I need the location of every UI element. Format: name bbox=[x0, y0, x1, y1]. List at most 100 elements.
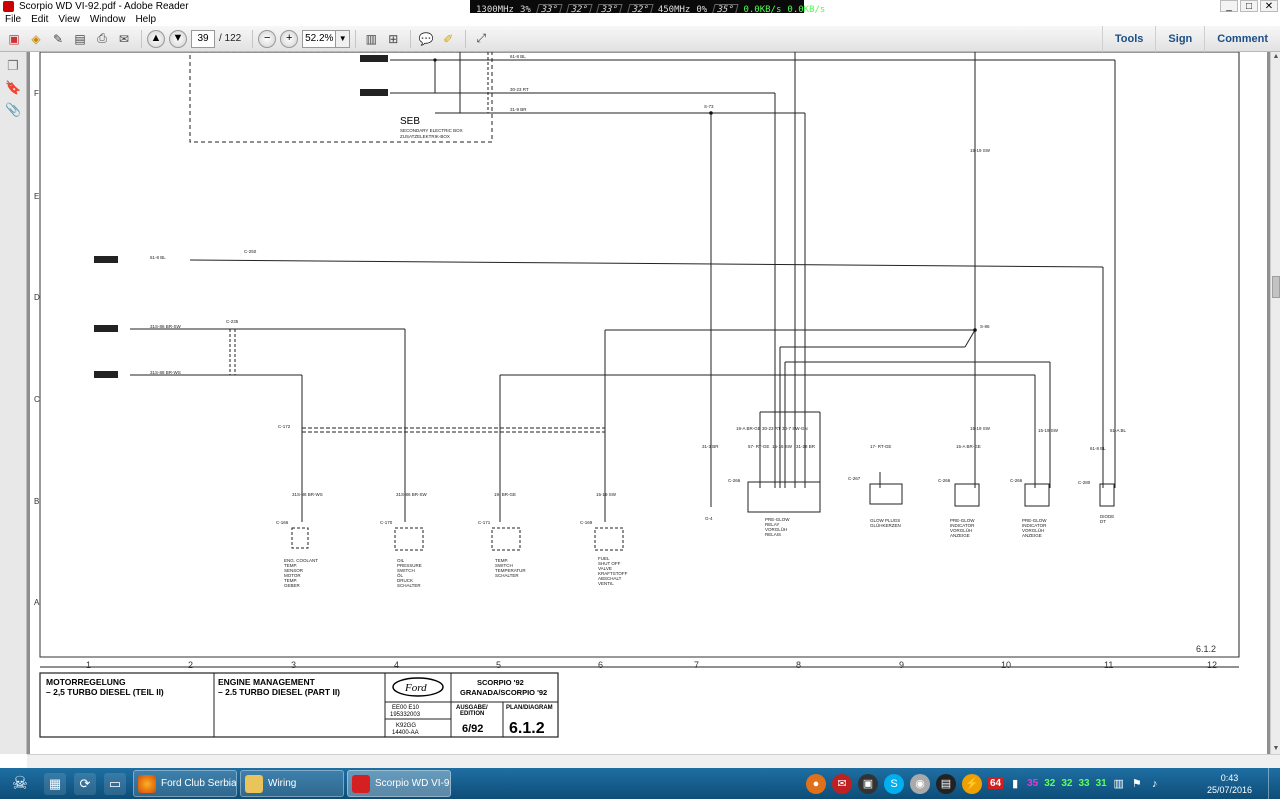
task-folder[interactable]: Wiring bbox=[240, 770, 344, 797]
save-icon[interactable]: ▤ bbox=[70, 29, 90, 49]
close-button[interactable]: ✕ bbox=[1260, 0, 1278, 12]
start-button[interactable]: ☠ bbox=[0, 768, 40, 799]
wire-label: 31S-86 BR-SW bbox=[150, 324, 182, 329]
col-label-9: 9 bbox=[899, 660, 904, 670]
wire-label: 31S-88 BR-WS bbox=[150, 370, 181, 375]
task-adobe-reader[interactable]: Scorpio WD VI-9... bbox=[347, 770, 451, 797]
oil-pressure-caption: OIL PRESSURE SWITCH ÖL DRUCK SCHALTER bbox=[397, 558, 423, 588]
previous-page-icon[interactable]: ▲ bbox=[147, 29, 165, 48]
tools-tab[interactable]: Tools bbox=[1101, 26, 1156, 52]
show-desktop-button[interactable] bbox=[1268, 768, 1280, 799]
switch-windows-icon[interactable]: ⟳ bbox=[74, 772, 96, 795]
skype-icon[interactable]: S bbox=[884, 773, 904, 794]
connector-label: C-266 bbox=[728, 478, 741, 483]
wire-label: 30-23 RT bbox=[762, 426, 781, 431]
comment-tab[interactable]: Comment bbox=[1204, 26, 1280, 52]
maximize-button[interactable]: □ bbox=[1240, 0, 1258, 12]
scroll-up-icon[interactable]: ▲ bbox=[1271, 52, 1280, 62]
page-thumbnails-icon[interactable]: ❐ bbox=[5, 58, 21, 74]
toolbar-divider bbox=[141, 29, 142, 48]
fuel-valve-caption: FUEL SHUT OFF VALVE KRAFTSTOFF ABSCHALT … bbox=[598, 556, 629, 586]
task-firefox[interactable]: Ford Club Serbia... bbox=[133, 770, 237, 797]
diode-caption: DIODE DT bbox=[1100, 514, 1116, 524]
attachments-icon[interactable]: 📎 bbox=[5, 102, 21, 118]
fit-width-icon[interactable]: ⊞ bbox=[383, 29, 403, 49]
zoom-in-icon[interactable]: + bbox=[280, 29, 299, 48]
ford-logo-text: Ford bbox=[404, 682, 427, 694]
toolbar-divider bbox=[252, 29, 254, 48]
minimize-button[interactable]: _ bbox=[1220, 0, 1238, 12]
menu-file[interactable]: File bbox=[0, 13, 26, 26]
vertical-scrollbar[interactable]: ▲ ▼ bbox=[1270, 52, 1280, 754]
row-label-d: D bbox=[34, 293, 40, 302]
tray-temp-32a: 32 bbox=[1044, 778, 1056, 789]
app-tray-icon[interactable]: ▣ bbox=[858, 773, 878, 794]
toolbar-divider bbox=[410, 29, 412, 48]
menu-window[interactable]: Window bbox=[85, 13, 131, 26]
splice-label: S-86 bbox=[980, 324, 990, 329]
preglow-indicator-caption-2: PRE-GLOW INDICATOR VORGLÜH ANZEIGE bbox=[1022, 518, 1048, 538]
create-pdf-icon[interactable]: ▣ bbox=[4, 29, 24, 49]
document-area[interactable]: F E D C B A 1 2 3 4 5 6 7 8 9 10 11 12 6… bbox=[27, 52, 1270, 754]
menu-view[interactable]: View bbox=[53, 13, 85, 26]
mail-tray-icon[interactable]: ✉ bbox=[832, 773, 852, 794]
bookmarks-icon[interactable]: 🔖 bbox=[5, 80, 21, 96]
connector-label: C-266 bbox=[938, 478, 951, 483]
zoom-input[interactable]: 52.2% bbox=[302, 29, 337, 48]
clock-date: 25/07/2016 bbox=[1206, 785, 1252, 795]
pdf-page: F E D C B A 1 2 3 4 5 6 7 8 9 10 11 12 6… bbox=[30, 52, 1267, 754]
wire-label: 61-8 BL bbox=[510, 54, 526, 59]
email-icon[interactable]: ✉ bbox=[114, 29, 134, 49]
wire-label: 15-16 SW bbox=[772, 444, 793, 449]
fit-page-icon[interactable]: ▥ bbox=[361, 29, 381, 49]
wire-label: 15-19 SW bbox=[970, 426, 991, 431]
menu-bar: File Edit View Window Help bbox=[0, 13, 1280, 26]
clock[interactable]: 0:43 25/07/2016 bbox=[1207, 772, 1252, 796]
monitor-tray-icon[interactable]: ▤ bbox=[936, 773, 956, 794]
highlight-icon[interactable]: ✐ bbox=[438, 29, 458, 49]
fullscreen-icon[interactable]: ⤢ bbox=[471, 29, 491, 49]
scroll-thumb[interactable] bbox=[1272, 276, 1280, 298]
print-icon[interactable]: ⎙ bbox=[92, 29, 112, 49]
connector-label: C-235 bbox=[226, 319, 239, 324]
wire-label: 31-9 BR bbox=[510, 107, 527, 112]
sign-tab[interactable]: Sign bbox=[1155, 26, 1204, 52]
edition-label-en: EDITION bbox=[460, 711, 484, 717]
horizontal-scrollbar[interactable] bbox=[27, 754, 1280, 768]
wire-label: 19-A BR-GE bbox=[736, 426, 761, 431]
glow-plugs-caption: GLOW PLUGS GLÜHKERZEN bbox=[870, 518, 902, 528]
connector-label: C-266 bbox=[1010, 478, 1023, 483]
comment-bubble-icon[interactable]: 💬 bbox=[416, 29, 436, 49]
page-total: / 122 bbox=[219, 33, 242, 44]
col-label-10: 10 bbox=[1001, 660, 1011, 670]
task-adobe-label: Scorpio WD VI-9... bbox=[375, 778, 451, 789]
next-page-icon[interactable]: ▼ bbox=[169, 29, 187, 48]
volume-icon[interactable]: ♪ bbox=[1149, 774, 1161, 794]
flag-icon[interactable]: ⚑ bbox=[1131, 774, 1143, 794]
col-label-4: 4 bbox=[394, 660, 399, 670]
tray-temp-35: 35 bbox=[1027, 778, 1039, 789]
computer-icon[interactable]: ▭ bbox=[104, 772, 126, 795]
scroll-down-icon[interactable]: ▼ bbox=[1271, 744, 1280, 754]
wire-label: 17- RT-GE bbox=[870, 444, 891, 449]
lightning-icon[interactable]: ⚡ bbox=[962, 773, 982, 794]
menu-edit[interactable]: Edit bbox=[26, 13, 53, 26]
combine-icon[interactable]: ◈ bbox=[26, 29, 46, 49]
tray-temp-32b: 32 bbox=[1061, 778, 1073, 789]
zoom-dropdown-icon[interactable]: ▼ bbox=[336, 29, 351, 48]
zoom-out-icon[interactable]: − bbox=[258, 29, 277, 48]
wire-label: 15-19 SW bbox=[970, 148, 991, 153]
code-part: 195332003 bbox=[390, 712, 421, 718]
col-label-7: 7 bbox=[694, 660, 699, 670]
connector-label: C-166 bbox=[276, 520, 289, 525]
firefox-tray-icon[interactable]: ● bbox=[806, 773, 826, 794]
connector-label: C-170 bbox=[380, 520, 393, 525]
desktop-icon[interactable]: ▦ bbox=[44, 772, 66, 795]
network-icon[interactable]: ▮ bbox=[1009, 774, 1021, 794]
firefox-icon bbox=[138, 774, 156, 793]
edit-icon[interactable]: ✎ bbox=[48, 29, 68, 49]
menu-help[interactable]: Help bbox=[130, 13, 161, 26]
page-number-input[interactable]: 39 bbox=[191, 29, 215, 48]
chart-tray-icon[interactable]: ▥ bbox=[1113, 774, 1125, 794]
disc-icon[interactable]: ◉ bbox=[910, 773, 930, 794]
